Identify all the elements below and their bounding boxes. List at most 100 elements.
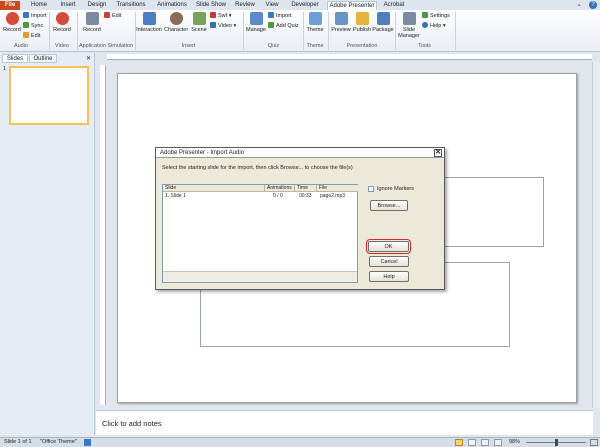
import-icon: [23, 12, 29, 18]
add-quiz-button[interactable]: Add Quiz: [268, 22, 299, 30]
tab-view[interactable]: View: [262, 1, 282, 10]
swf-button[interactable]: Swf ▾: [210, 12, 231, 20]
preview-button[interactable]: Preview: [330, 12, 352, 33]
status-bar: Slide 1 of 1 "Office Theme" 98%: [0, 437, 600, 447]
dialog-close-icon[interactable]: ✕: [434, 149, 442, 157]
slide-thumbnail[interactable]: [9, 66, 89, 125]
row-animations: 0 / 0: [273, 193, 283, 199]
slide-audio-list[interactable]: Slide Animations Time File 1. Slide 1 0 …: [162, 184, 358, 283]
insert-video-button[interactable]: Video ▾: [210, 22, 236, 30]
notes-pane[interactable]: Click to add notes: [96, 410, 593, 435]
manage-quiz-button[interactable]: Manage: [245, 12, 267, 33]
slide-sorter-icon[interactable]: [468, 439, 476, 446]
column-header-animations[interactable]: Animations: [265, 185, 295, 192]
screen-record-icon: [85, 12, 99, 25]
sync-icon: [23, 22, 29, 28]
separator: [395, 12, 396, 50]
group-label-application-simulation: Application Simulation: [78, 43, 134, 49]
import-icon: [268, 12, 274, 18]
spell-check-icon[interactable]: [84, 439, 91, 446]
interaction-icon: [142, 12, 156, 25]
row-slide[interactable]: 1. Slide 1: [165, 193, 186, 199]
slideshow-icon[interactable]: [494, 439, 502, 446]
group-label-presentation: Presentation: [346, 43, 378, 49]
tab-adobe-presenter[interactable]: Adobe Presenter: [327, 1, 377, 10]
tab-acrobat[interactable]: Acrobat: [380, 1, 408, 10]
interaction-button[interactable]: Interaction: [136, 12, 162, 33]
help-icon[interactable]: ?: [589, 1, 597, 9]
slide-manager-icon: [402, 12, 416, 25]
separator: [49, 12, 50, 50]
edit-simulation-button[interactable]: Edit: [104, 12, 121, 20]
notes-placeholder: Click to add notes: [102, 419, 162, 428]
settings-button[interactable]: Settings: [422, 12, 450, 20]
tab-design[interactable]: Design: [86, 1, 108, 10]
package-icon: [376, 12, 390, 25]
package-button[interactable]: Package: [372, 12, 394, 33]
settings-icon: [422, 12, 428, 18]
record-simulation-button[interactable]: Record: [82, 12, 102, 33]
cancel-button[interactable]: Cancel: [369, 256, 409, 267]
edit-icon: [104, 12, 110, 18]
swf-icon: [210, 12, 216, 18]
edit-icon: [23, 32, 29, 38]
import-quiz-button[interactable]: Import: [268, 12, 292, 20]
tab-home[interactable]: Home: [27, 1, 51, 10]
character-icon: [169, 12, 183, 25]
column-header-file[interactable]: File: [317, 185, 358, 192]
group-label-audio: Audio: [13, 43, 29, 49]
fit-slide-icon[interactable]: [590, 439, 598, 446]
separator: [243, 12, 244, 50]
column-header-time[interactable]: Time: [295, 185, 317, 192]
slide-count: Slide 1 of 1: [4, 439, 32, 445]
presenter-help-button[interactable]: Help ▾: [422, 22, 446, 30]
group-label-quiz: Quiz: [267, 43, 280, 49]
browse-button[interactable]: Browse...: [370, 200, 408, 211]
tab-outline[interactable]: Outline: [29, 54, 57, 63]
separator: [455, 12, 456, 50]
help-button[interactable]: Help: [369, 271, 409, 282]
video-camera-icon: [55, 12, 69, 25]
separator: [328, 12, 329, 50]
tab-review[interactable]: Review: [233, 1, 257, 10]
normal-view-icon[interactable]: [455, 439, 463, 446]
column-header-slide[interactable]: Slide: [163, 185, 265, 192]
publish-icon: [355, 12, 369, 25]
tab-slides[interactable]: Slides: [2, 54, 28, 63]
zoom-level[interactable]: 98%: [509, 438, 520, 447]
theme-button[interactable]: Theme: [305, 12, 325, 33]
slides-pane: Slides Outline ✕ 1: [0, 53, 95, 435]
scene-button[interactable]: Scene: [190, 12, 208, 33]
ribbon-tabs: File Home Insert Design Transitions Anim…: [0, 0, 600, 10]
vertical-scrollbar[interactable]: [592, 62, 600, 408]
horizontal-scrollbar[interactable]: [163, 271, 357, 282]
horizontal-ruler: [107, 54, 592, 60]
record-video-button[interactable]: Record: [52, 12, 72, 33]
tab-slide-show[interactable]: Slide Show: [195, 1, 227, 10]
preview-icon: [334, 12, 348, 25]
tab-animations[interactable]: Animations: [155, 1, 189, 10]
theme-name: "Office Theme": [40, 439, 77, 445]
vertical-ruler: [100, 65, 106, 405]
tab-insert[interactable]: Insert: [57, 1, 79, 10]
dialog-instruction: Select the starting slide for the import…: [162, 165, 353, 171]
edit-audio-button[interactable]: Edit: [23, 32, 40, 40]
video-icon: [210, 22, 216, 28]
slide-manager-button[interactable]: Slide Manager: [397, 12, 421, 39]
tab-transitions[interactable]: Transitions: [113, 1, 149, 10]
ignore-markers-label: Ignore Markers: [377, 186, 414, 192]
tab-developer[interactable]: Developer: [288, 1, 322, 10]
close-pane-icon[interactable]: ✕: [86, 55, 91, 62]
ok-button[interactable]: OK: [366, 239, 411, 254]
microphone-icon: [5, 12, 19, 25]
character-button[interactable]: Character: [164, 12, 188, 33]
ignore-markers-checkbox[interactable]: [368, 186, 374, 192]
sync-audio-button[interactable]: Sync: [23, 22, 43, 30]
record-audio-button[interactable]: Record: [2, 12, 22, 33]
ribbon-minimize-icon[interactable]: ▵: [578, 2, 584, 8]
publish-button[interactable]: Publish: [352, 12, 372, 33]
reading-view-icon[interactable]: [481, 439, 489, 446]
tab-file[interactable]: File: [0, 1, 20, 10]
import-audio-button[interactable]: Import: [23, 12, 47, 20]
zoom-slider-thumb[interactable]: [555, 439, 558, 446]
